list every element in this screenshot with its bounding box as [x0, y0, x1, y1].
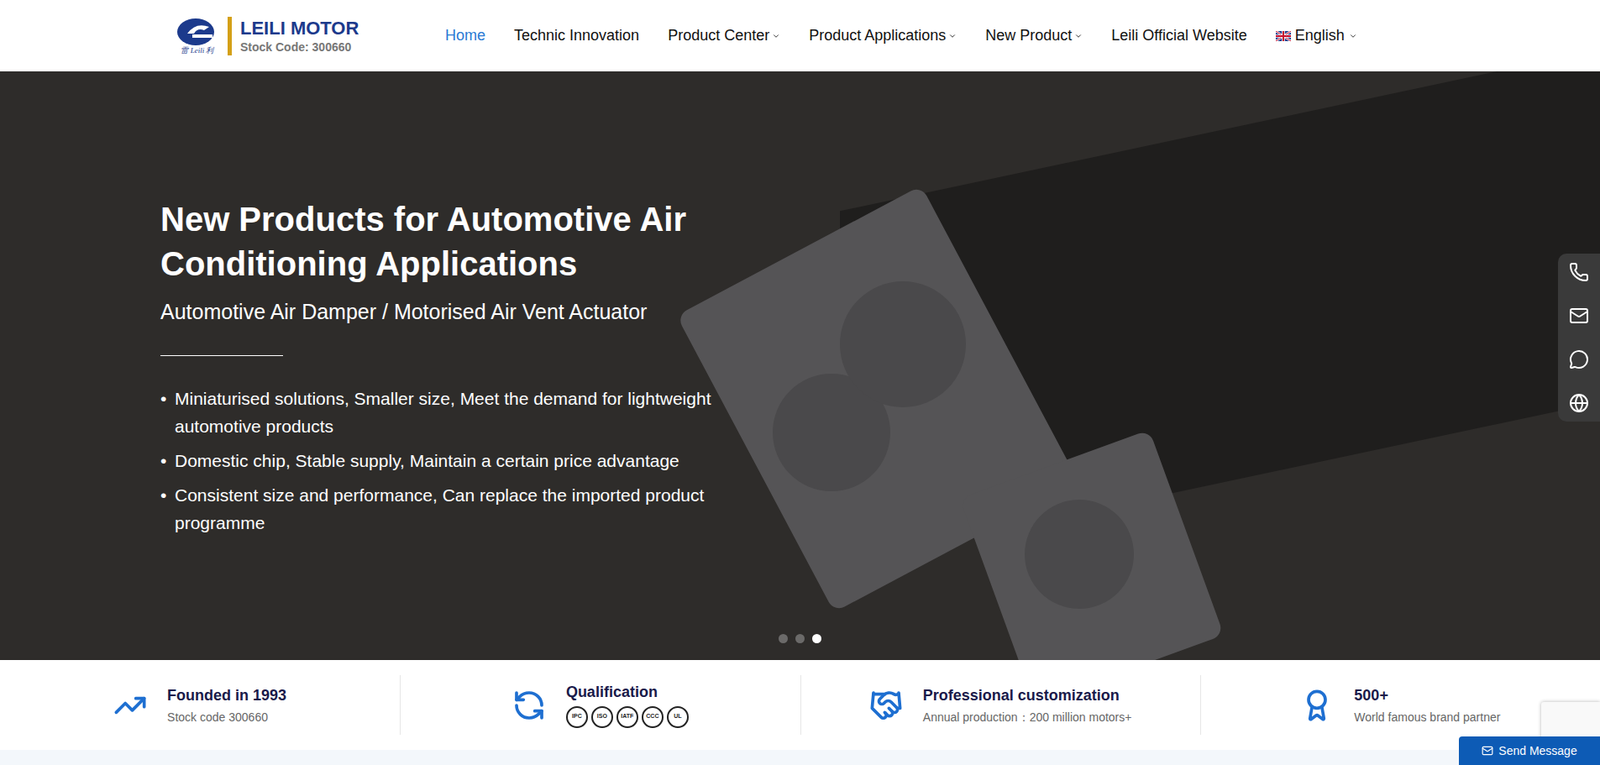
cert-badge: CCC	[641, 706, 664, 729]
chevron-icon	[1348, 31, 1358, 41]
carousel-dot[interactable]	[812, 634, 822, 644]
chevron-icon	[771, 31, 781, 41]
growth-chart-icon	[113, 688, 147, 723]
hero-title: New Products for Automotive AirCondition…	[160, 197, 924, 287]
stat-title: Professional customization	[923, 686, 1133, 705]
carousel-dot[interactable]	[778, 634, 788, 644]
logo[interactable]: 雷 Leili 利LEILI MOTORStock Code: 300660	[175, 16, 446, 56]
certificate-icon	[1300, 688, 1334, 723]
nav-item[interactable]: Leili Official Website	[1111, 24, 1247, 48]
chevron-icon	[948, 31, 957, 41]
cert-badge: ISO	[591, 706, 614, 729]
uk-flag-icon	[1275, 31, 1291, 42]
nav-item[interactable]: Home	[445, 24, 486, 48]
leili-logo-icon	[175, 16, 220, 48]
hero-subtitle: Automotive Air Damper / Motorised Air Ve…	[160, 298, 924, 326]
hero-bullet: •Miniaturised solutions, Smaller size, M…	[160, 384, 757, 441]
qualification-icon	[512, 688, 546, 723]
stat-subtitle: Stock code 300660	[167, 709, 287, 725]
carousel-dots	[778, 634, 822, 644]
carousel-dot[interactable]	[795, 634, 805, 644]
hero-bullets: •Miniaturised solutions, Smaller size, M…	[160, 384, 757, 537]
side-actions	[1558, 253, 1600, 422]
stat-title: Founded in 1993	[167, 686, 287, 705]
nav-item[interactable]: Technic Innovation	[514, 24, 640, 48]
send-message-button[interactable]: Send Message	[1458, 736, 1600, 765]
language-select[interactable]: English	[1275, 24, 1358, 48]
hero-bullet: •Domestic chip, Stable supply, Maintain …	[160, 446, 757, 475]
chevron-icon	[1074, 31, 1083, 41]
stat-subtitle: Annual production：200 million motors+	[923, 709, 1133, 725]
site-header: 雷 Leili 利LEILI MOTORStock Code: 300660Ho…	[0, 0, 1600, 72]
page: 雷 Leili 利LEILI MOTORStock Code: 300660Ho…	[0, 0, 1600, 765]
cert-logos: IPCISOIATFCCCUL	[566, 706, 689, 729]
wechat-icon[interactable]	[1568, 349, 1590, 370]
stat-subtitle: World famous brand partner	[1353, 709, 1501, 725]
stat-item: Professional customization Annual product…	[800, 675, 1201, 735]
cert-badge: IPC	[566, 706, 588, 729]
handshake-icon	[869, 688, 903, 723]
hero-divider	[160, 355, 284, 357]
stat-title: 500+	[1353, 686, 1501, 705]
hero-banner: New Products for Automotive AirCondition…	[0, 71, 1600, 661]
globe-icon[interactable]	[1568, 393, 1590, 414]
hero-content: New Products for Automotive AirCondition…	[0, 71, 924, 537]
cert-badge: UL	[666, 706, 689, 729]
nav-item[interactable]: New Product	[985, 24, 1083, 48]
envelope-icon	[1481, 744, 1494, 757]
cert-badge: IATF	[616, 706, 639, 729]
nav-item[interactable]: Product Center	[667, 24, 781, 48]
mail-icon[interactable]	[1568, 305, 1590, 326]
hero-photo	[0, 71, 1600, 661]
stat-item: 500+ World famous brand partner	[1200, 675, 1600, 735]
hero-bullet: •Consistent size and performance, Can re…	[160, 481, 757, 537]
stat-item: Qualification IPCISOIATFCCCUL	[399, 675, 800, 735]
stat-item: Founded in 1993 Stock code 300660	[0, 675, 400, 735]
stat-title: Qualification	[566, 682, 689, 702]
main-nav: Home Technic Innovation Product Center Prod…	[445, 24, 1358, 48]
nav-item[interactable]: Product Applications	[808, 24, 957, 48]
bottom-strip	[0, 750, 1600, 765]
phone-icon[interactable]	[1568, 262, 1590, 283]
stats-bar: Founded in 1993 Stock code 300660 Qualific…	[0, 660, 1600, 751]
